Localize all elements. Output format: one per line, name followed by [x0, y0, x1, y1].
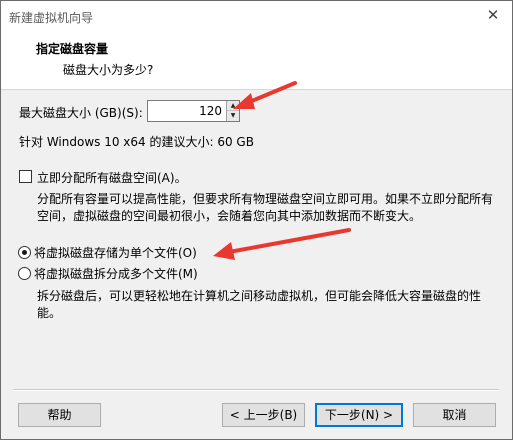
single-file-radio[interactable]: [18, 246, 31, 259]
next-button[interactable]: 下一步(N) >: [315, 403, 403, 427]
disk-size-spinbox: ▲ ▼: [147, 100, 240, 122]
footer-divider: [13, 389, 499, 391]
page-title: 指定磁盘容量: [36, 42, 109, 56]
back-button[interactable]: < 上一步(B): [222, 403, 305, 427]
split-description: 拆分磁盘后，可以更轻松地在计算机之间移动虚拟机，但可能会降低大容量磁盘的性能。: [37, 289, 482, 320]
allocate-now-label[interactable]: 立即分配所有磁盘空间(A)。: [37, 169, 187, 186]
recommended-size-text: 针对 Windows 10 x64 的建议大小: 60 GB: [19, 135, 254, 149]
allocate-now-checkbox[interactable]: [19, 170, 32, 183]
window-title: 新建虚拟机向导: [9, 11, 94, 25]
cancel-button[interactable]: 取消: [413, 403, 496, 427]
annotation-arrow-single-file-icon: [213, 228, 351, 260]
page-subtitle: 磁盘大小为多少?: [63, 63, 154, 77]
disk-size-input[interactable]: [148, 101, 226, 121]
new-vm-wizard-window: 新建虚拟机向导 ✕ 指定磁盘容量 磁盘大小为多少? 最大磁盘大小 (GB)(S)…: [0, 0, 513, 440]
split-files-label[interactable]: 将虚拟磁盘拆分成多个文件(M): [34, 265, 198, 282]
close-icon[interactable]: ✕: [484, 6, 502, 24]
annotation-arrow-size-icon: [233, 81, 297, 109]
allocate-description: 分配所有容量可以提高性能，但要求所有物理磁盘空间立即可用。如果不立即分配所有空间…: [37, 192, 494, 223]
single-file-label[interactable]: 将虚拟磁盘存储为单个文件(O): [34, 244, 197, 261]
title-bar: 新建虚拟机向导 ✕: [1, 1, 512, 31]
disk-size-label: 最大磁盘大小 (GB)(S):: [19, 106, 143, 120]
help-button[interactable]: 帮助: [18, 403, 101, 427]
split-files-radio[interactable]: [18, 267, 31, 280]
